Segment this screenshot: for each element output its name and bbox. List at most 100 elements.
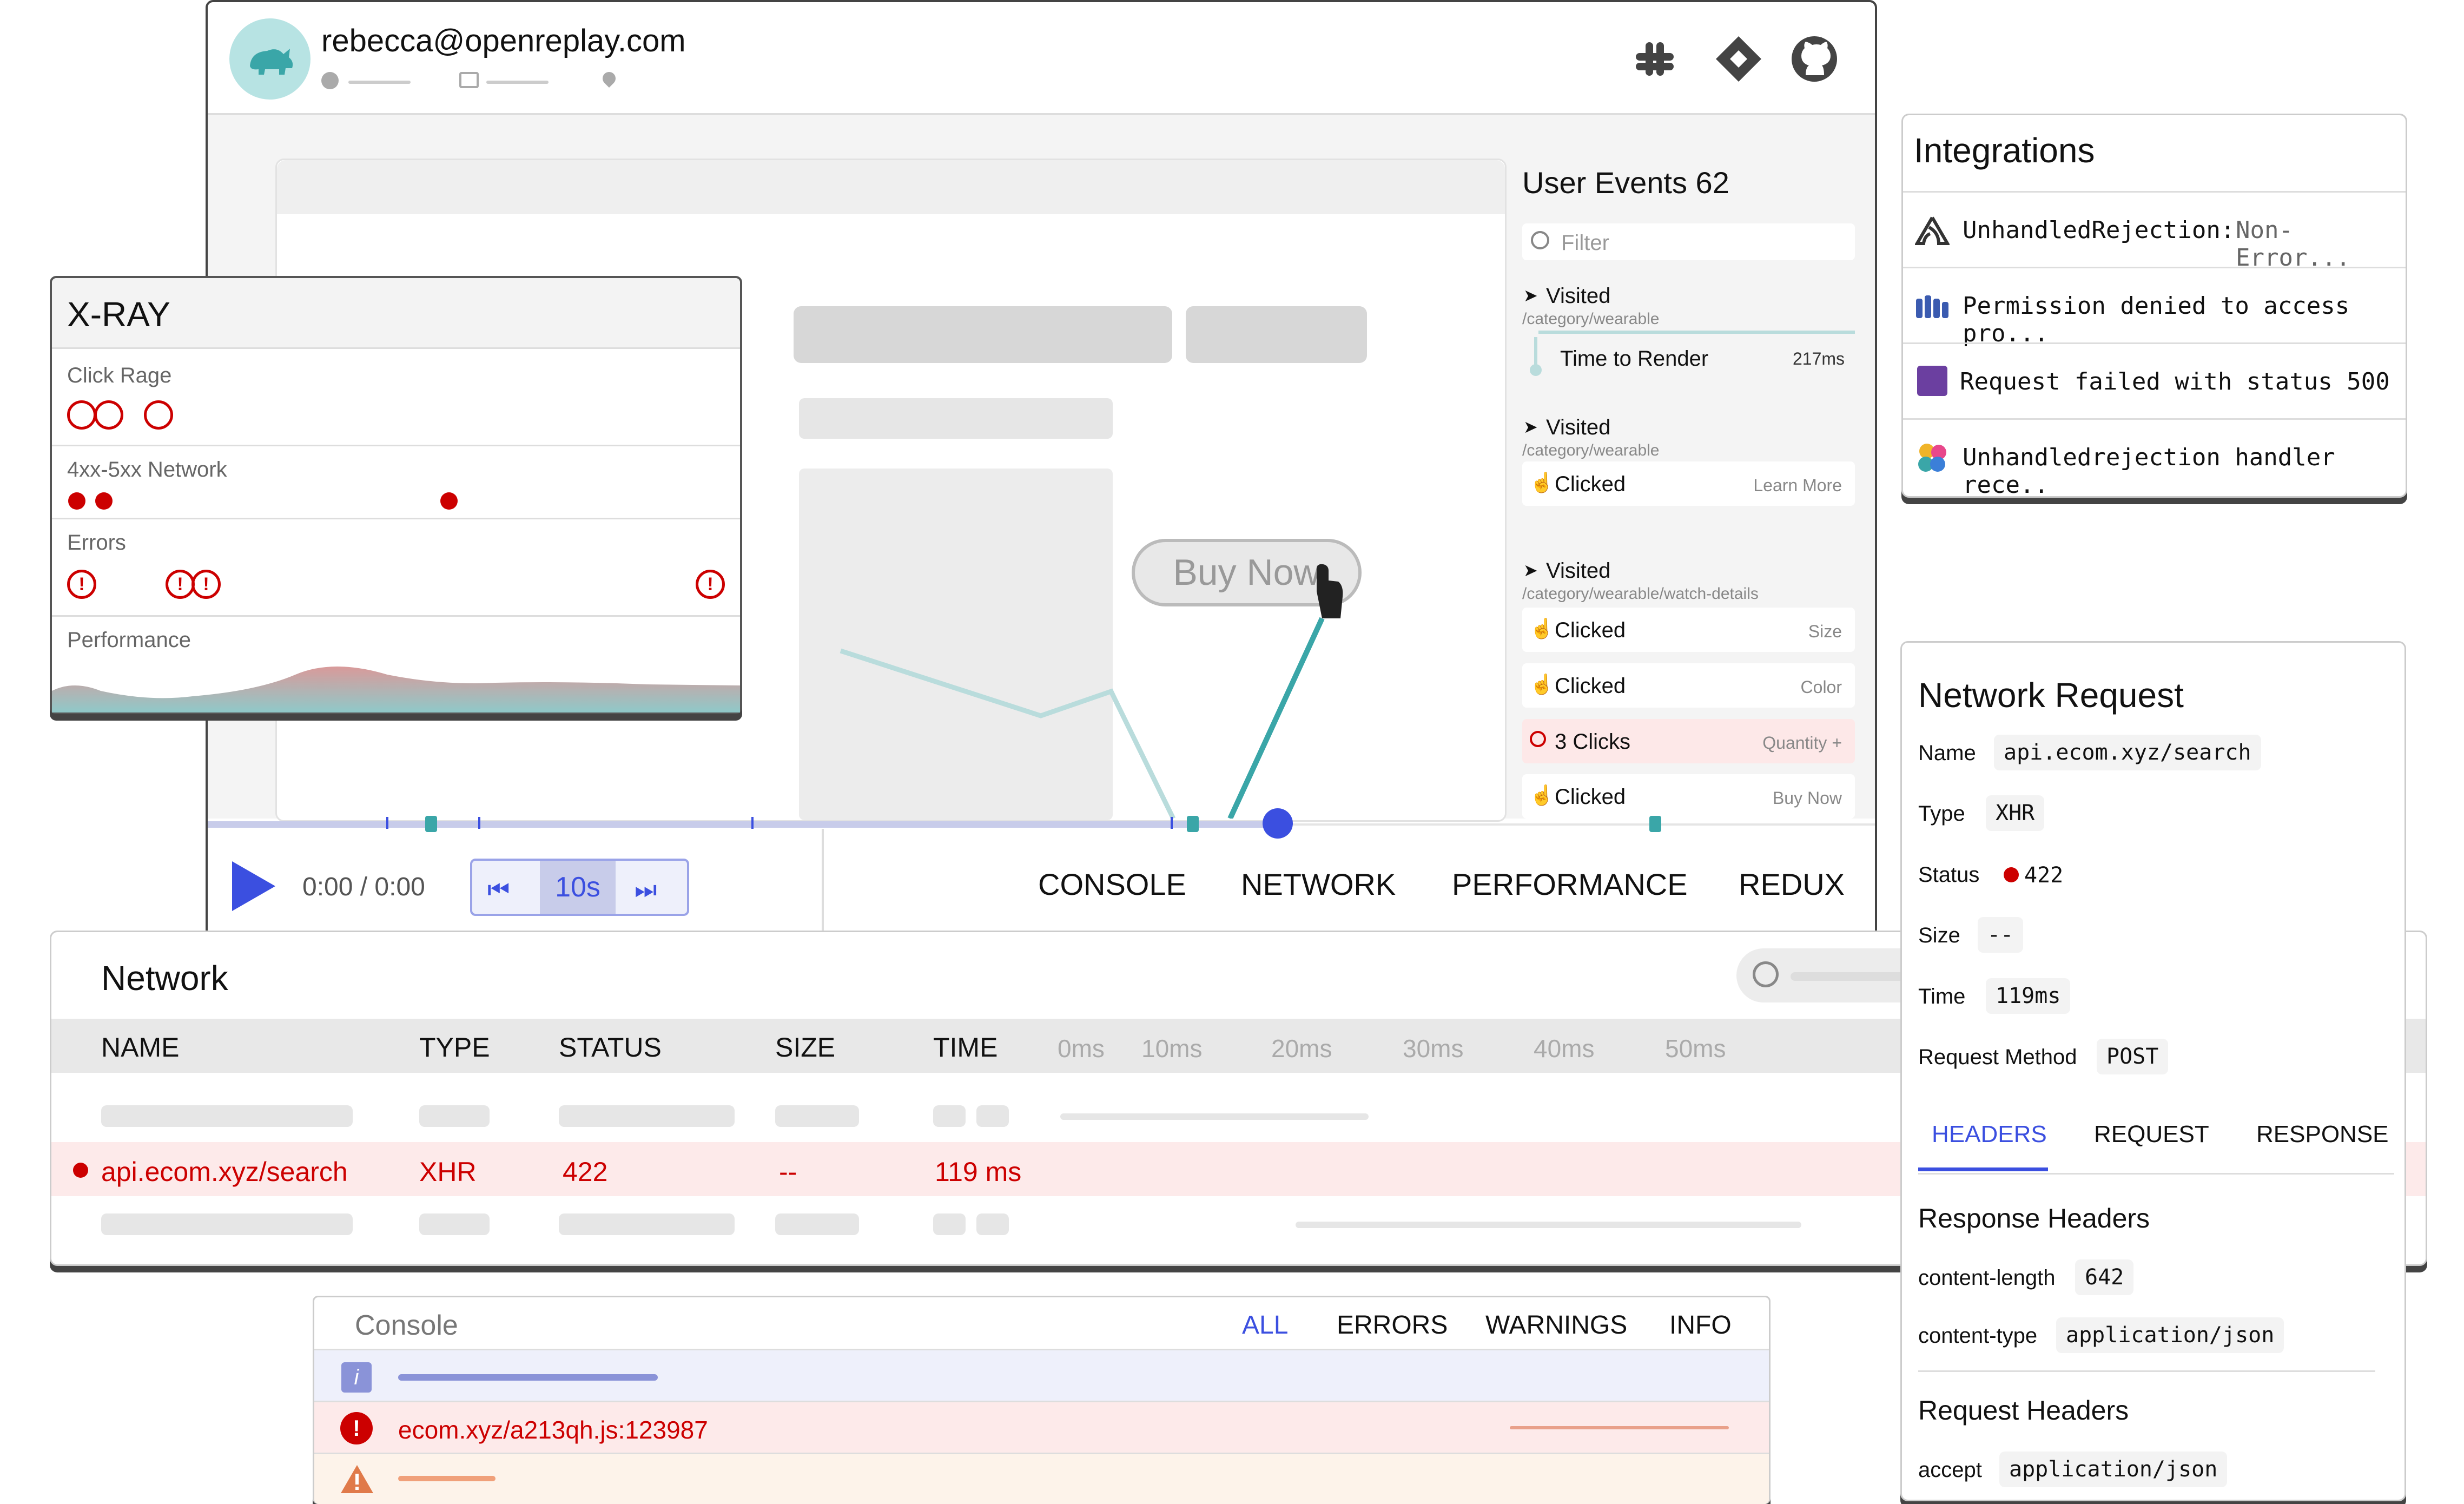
- header-row: content-length 642: [1918, 1254, 2394, 1303]
- fast-forward-icon[interactable]: ⏭: [635, 875, 657, 905]
- player-controls: 0:00 / 0:00 ⏮ 10s ⏭ CONSOLE NETWORK PERF…: [208, 829, 1875, 942]
- filter-warnings[interactable]: WARNINGS: [1485, 1310, 1627, 1340]
- timeline-marker: [1171, 817, 1173, 829]
- play-button[interactable]: [232, 861, 275, 911]
- console-row-warning[interactable]: [314, 1453, 1769, 1504]
- integration-item[interactable]: Unhandledrejection handler rece..: [1903, 418, 2406, 499]
- filter-errors[interactable]: ERRORS: [1337, 1310, 1448, 1340]
- skip-interval[interactable]: 10s: [540, 861, 616, 914]
- timeline-tick: 10ms: [1141, 1034, 1203, 1063]
- column-header-time[interactable]: TIME: [933, 1032, 998, 1063]
- response-headers-title: Response Headers: [1918, 1203, 2150, 1233]
- network-title: Network: [101, 959, 228, 998]
- github-icon[interactable]: [1787, 32, 1841, 86]
- event-visited[interactable]: ➤ Visited /category/wearable/watch-detai…: [1522, 553, 1855, 603]
- search-icon: [1753, 961, 1779, 987]
- error-icon: !: [191, 570, 221, 599]
- timeline-marker: [386, 817, 388, 829]
- event-visited[interactable]: ➤ Visited /category/wearable: [1522, 279, 1855, 328]
- header-row: accept application/json: [1918, 1446, 2394, 1495]
- search-icon: [1531, 231, 1549, 249]
- xray-row-network-errors: 4xx-5xx Network: [52, 445, 740, 519]
- console-error-source[interactable]: ecom.xyz/a213qh.js:123987: [398, 1415, 708, 1444]
- angry-face-icon: [94, 400, 123, 430]
- console-row-info[interactable]: i: [314, 1349, 1769, 1402]
- request-name: api.ecom.xyz/search: [101, 1157, 348, 1187]
- tab-redux[interactable]: REDUX: [1739, 867, 1845, 902]
- clock-icon: [321, 72, 339, 89]
- tab-network[interactable]: NETWORK: [1241, 867, 1396, 902]
- navigate-icon: ➤: [1523, 417, 1538, 437]
- xray-header: X-RAY: [52, 278, 740, 349]
- column-header-status[interactable]: STATUS: [559, 1032, 662, 1063]
- tab-headers[interactable]: HEADERS: [1932, 1121, 2047, 1148]
- filter-info[interactable]: INFO: [1669, 1310, 1732, 1340]
- rhino-icon: [250, 49, 293, 75]
- request-field-time: Time 119ms: [1918, 973, 2394, 1021]
- timeline-tick: 30ms: [1403, 1034, 1464, 1063]
- angry-face-icon: [1530, 731, 1546, 747]
- skip-control: ⏮ 10s ⏭: [470, 859, 689, 916]
- request-type: XHR: [419, 1157, 477, 1187]
- integration-item[interactable]: UnhandledRejection: Non-Error...: [1903, 191, 2406, 272]
- tab-performance[interactable]: PERFORMANCE: [1452, 867, 1688, 902]
- user-events-panel: User Events 62 Filter ➤ Visited /categor…: [1522, 148, 1868, 819]
- column-header-size[interactable]: SIZE: [775, 1032, 835, 1063]
- timeline-track[interactable]: [208, 808, 1875, 839]
- xray-row-errors: Errors ! ! ! !: [52, 518, 740, 617]
- status-error-dot: [73, 1163, 88, 1178]
- request-size: --: [779, 1157, 797, 1187]
- column-header-type[interactable]: TYPE: [419, 1032, 490, 1063]
- error-icon: !: [166, 570, 195, 599]
- session-meta: [321, 69, 624, 91]
- request-field-type: Type XHR: [1918, 790, 2394, 839]
- status-error-dot: [2004, 867, 2019, 882]
- rewind-icon[interactable]: ⏮: [487, 875, 510, 905]
- click-icon: ☝: [1530, 784, 1554, 806]
- request-field-status: Status 422: [1918, 863, 2064, 888]
- user-events-title: User Events 62: [1522, 166, 1729, 200]
- click-icon: ☝: [1530, 471, 1554, 493]
- integration-item[interactable]: Permission denied to access pro...: [1903, 267, 2406, 347]
- warning-icon: [341, 1465, 373, 1493]
- request-field-name: Name api.ecom.xyz/search: [1918, 729, 2394, 778]
- error-icon: !: [696, 570, 725, 599]
- header-row: content-type application/json: [1918, 1312, 2394, 1361]
- integration-item[interactable]: Request failed with status 500: [1903, 342, 2406, 420]
- request-time: 119 ms: [935, 1157, 1022, 1187]
- elastic-icon: [1918, 444, 1946, 472]
- tab-request[interactable]: REQUEST: [2094, 1121, 2209, 1148]
- time-display: 0:00 / 0:00: [302, 873, 425, 901]
- console-panel: Console ALL ERRORS WARNINGS INFO i ! eco…: [313, 1296, 1771, 1504]
- event-click-rage[interactable]: 3 Clicks Quantity +: [1522, 719, 1855, 763]
- error-icon: !: [340, 1412, 373, 1444]
- event-clicked[interactable]: ☝ Clicked Learn More: [1522, 461, 1855, 506]
- network-request-panel: Network Request Name api.ecom.xyz/search…: [1900, 641, 2406, 1501]
- rollbar-icon: [1917, 366, 1947, 396]
- timeline-tick: 50ms: [1665, 1034, 1726, 1063]
- event-time-to-render[interactable]: Time to Render 217ms: [1522, 337, 1855, 380]
- event-clicked[interactable]: ☝ Clicked Color: [1522, 663, 1855, 708]
- xray-row-click-rage: Click Rage: [52, 347, 740, 446]
- network-error-dot: [68, 492, 85, 510]
- navigate-icon: ➤: [1523, 286, 1538, 305]
- tab-response[interactable]: RESPONSE: [2256, 1121, 2389, 1148]
- events-filter-input[interactable]: Filter: [1522, 223, 1855, 260]
- timeline-tick: 0ms: [1058, 1034, 1105, 1063]
- tab-console[interactable]: CONSOLE: [1038, 867, 1186, 902]
- request-field-size: Size --: [1918, 912, 2394, 960]
- event-clicked[interactable]: ☝ Clicked Size: [1522, 608, 1855, 652]
- calendar-icon: [459, 72, 479, 88]
- column-header-name[interactable]: NAME: [101, 1032, 179, 1063]
- xray-panel: X-RAY Click Rage 4xx-5xx Network Errors …: [50, 276, 742, 714]
- sentry-icon: [1915, 216, 1950, 245]
- event-visited[interactable]: ➤ Visited /category/wearable: [1522, 410, 1855, 459]
- console-row-error[interactable]: ! ecom.xyz/a213qh.js:123987: [314, 1401, 1769, 1454]
- jira-icon[interactable]: [1712, 32, 1766, 86]
- user-email: rebecca@openreplay.com: [321, 23, 686, 58]
- filter-all[interactable]: ALL: [1242, 1310, 1288, 1340]
- event-clicked[interactable]: ☝ Clicked Buy Now: [1522, 774, 1855, 819]
- xray-row-performance: Performance: [52, 615, 740, 713]
- slack-icon[interactable]: [1630, 35, 1679, 83]
- info-icon: i: [341, 1362, 372, 1393]
